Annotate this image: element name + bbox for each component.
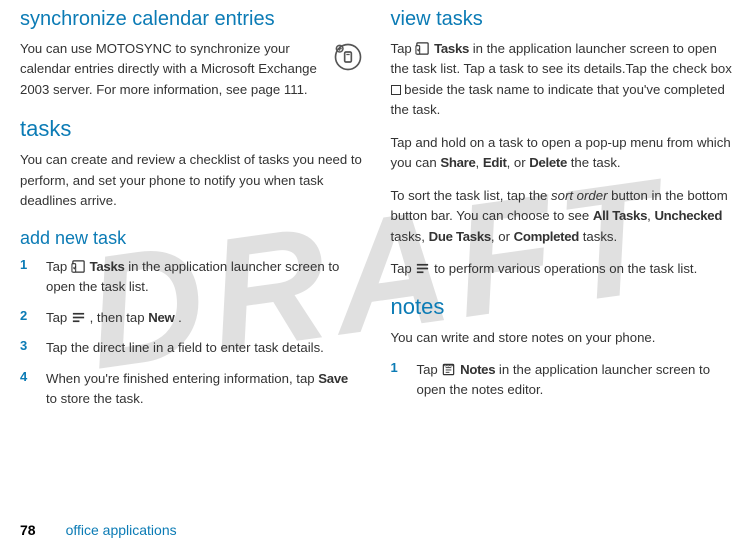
page-number: 78 (20, 522, 36, 538)
step-text: Tap Notes in the application launcher sc… (417, 360, 734, 401)
t: beside the task name to indicate that yo… (391, 82, 725, 117)
tasks-icon (71, 259, 86, 274)
t: Tasks (90, 259, 125, 274)
t: Tap (46, 310, 71, 325)
step-number: 1 (20, 257, 32, 298)
step-text: Tap , then tap New . (46, 308, 363, 328)
heading-sync-calendar: synchronize calendar entries (20, 8, 363, 31)
t: Save (318, 371, 348, 386)
para-notes-intro: You can write and store notes on your ph… (391, 328, 734, 348)
para-menu-ops: Tap to perform various operations on the… (391, 259, 734, 279)
page-footer: 78 office applications (20, 522, 177, 538)
t: Due Tasks (429, 229, 491, 244)
t: Unchecked (654, 208, 722, 223)
t: Tasks (434, 41, 469, 56)
t: the task. (571, 155, 621, 170)
t: New (148, 310, 174, 325)
t: sort order (551, 188, 607, 203)
footer-section-title: office applications (66, 522, 177, 538)
left-column: synchronize calendar entries You can use… (20, 0, 363, 419)
t: Edit (483, 155, 507, 170)
step-number: 2 (20, 308, 32, 328)
heading-notes: notes (391, 294, 734, 320)
notes-icon (441, 362, 456, 377)
step-2: 2 Tap , then tap New . (20, 308, 363, 328)
para-sync-text: You can use MOTOSYNC to synchronize your… (20, 41, 317, 97)
step-text: When you're finished entering informatio… (46, 369, 363, 410)
heading-add-new-task: add new task (20, 228, 363, 249)
para-sync: You can use MOTOSYNC to synchronize your… (20, 39, 363, 100)
t: Tap (46, 259, 71, 274)
step-number: 1 (391, 360, 403, 401)
sync-icon (333, 42, 363, 78)
checkbox-icon (391, 85, 401, 95)
step-number: 4 (20, 369, 32, 410)
step-text: Tap the direct line in a field to enter … (46, 338, 363, 358)
heading-tasks: tasks (20, 116, 363, 142)
para-tasks-intro: You can create and review a checklist of… (20, 150, 363, 211)
page-content: synchronize calendar entries You can use… (0, 0, 753, 419)
step-number: 3 (20, 338, 32, 358)
para-hold-task: Tap and hold on a task to open a pop-up … (391, 133, 734, 174)
t: Share (440, 155, 475, 170)
para-view-tasks: Tap Tasks in the application launcher sc… (391, 39, 734, 121)
t: When you're finished entering informatio… (46, 371, 318, 386)
step-text: Tap Tasks in the application launcher sc… (46, 257, 363, 298)
step-3: 3 Tap the direct line in a field to ente… (20, 338, 363, 358)
step-1: 1 Tap Tasks in the application launcher … (20, 257, 363, 298)
t: Completed (514, 229, 579, 244)
right-column: view tasks Tap Tasks in the application … (391, 0, 734, 419)
menu-icon (71, 310, 86, 325)
t: Delete (529, 155, 567, 170)
t: Tap (391, 41, 416, 56)
para-sort-task: To sort the task list, tap the sort orde… (391, 186, 734, 247)
step-4: 4 When you're finished entering informat… (20, 369, 363, 410)
t: Tap (391, 261, 416, 276)
menu-icon (415, 261, 430, 276)
t: tasks. (583, 229, 617, 244)
t: to perform various operations on the tas… (434, 261, 697, 276)
notes-step-1: 1 Tap Notes in the application launcher … (391, 360, 734, 401)
t: to store the task. (46, 391, 144, 406)
t: Tap (417, 362, 442, 377)
t: , then tap (90, 310, 149, 325)
t: To sort the task list, tap the (391, 188, 552, 203)
t: . (178, 310, 182, 325)
tasks-icon (415, 41, 430, 56)
t: All Tasks (593, 208, 647, 223)
heading-view-tasks: view tasks (391, 8, 734, 31)
t: Notes (460, 362, 495, 377)
